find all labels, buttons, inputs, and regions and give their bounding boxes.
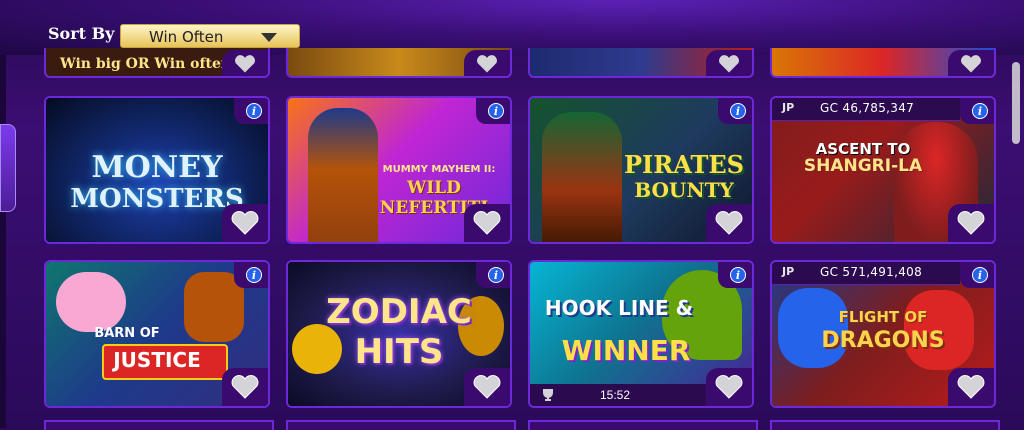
game-tile-partial-1[interactable]: Win big OR Win often: [44, 48, 270, 78]
game-title-line2: HITS: [354, 332, 444, 372]
chevron-down-icon: [261, 33, 277, 42]
pirate-figure: [542, 112, 622, 242]
heart-icon[interactable]: [714, 374, 744, 400]
info-icon[interactable]: i: [972, 267, 988, 283]
info-icon[interactable]: i: [246, 267, 262, 283]
side-menu-tab[interactable]: [0, 124, 16, 212]
left-edge: [0, 55, 6, 428]
trophy-icon: [543, 389, 553, 401]
jackpot-icon: JP: [782, 101, 795, 114]
info-icon[interactable]: i: [730, 267, 746, 283]
sort-dropdown[interactable]: Win Often: [120, 24, 300, 48]
jackpot-value: GC 571,491,408: [820, 265, 923, 279]
game-tile-money-monsters[interactable]: MONEY MONSTERS i: [44, 96, 270, 244]
tile-caption: Win big OR Win often: [60, 56, 232, 72]
game-tile-next-3[interactable]: [528, 420, 758, 430]
heart-icon[interactable]: [472, 374, 502, 400]
timer-text: 15:52: [600, 388, 631, 402]
heart-icon[interactable]: [714, 210, 744, 236]
pig-figure: [56, 272, 126, 332]
game-tile-pirates-bounty[interactable]: PIRATES BOUNTY i: [528, 96, 754, 244]
heart-icon[interactable]: [714, 54, 744, 74]
heart-icon[interactable]: [956, 374, 986, 400]
heart-icon[interactable]: [230, 54, 260, 74]
info-icon[interactable]: i: [730, 103, 746, 119]
game-tile-partial-3[interactable]: [528, 48, 754, 78]
jackpot-bar: JP GC 571,491,408: [772, 262, 960, 285]
info-icon[interactable]: i: [488, 103, 504, 119]
heart-icon[interactable]: [230, 374, 260, 400]
game-title-line2: DRAGONS: [821, 328, 945, 353]
game-title-line1: FLIGHT OF: [838, 308, 928, 326]
heart-icon[interactable]: [472, 210, 502, 236]
game-tile-partial-2[interactable]: [286, 48, 512, 78]
game-tile-zodiac-hits[interactable]: ZODIAC HITS i: [286, 260, 512, 408]
game-tile-next-1[interactable]: [44, 420, 274, 430]
heart-icon[interactable]: [956, 54, 986, 74]
jackpot-bar: JP GC 46,785,347: [772, 98, 960, 121]
game-title-line2: WINNER: [561, 334, 691, 367]
jackpot-value: GC 46,785,347: [820, 101, 915, 115]
game-tile-next-4[interactable]: [770, 420, 1000, 430]
game-title-line2: SHANGRI-LA: [803, 156, 923, 176]
game-tile-next-2[interactable]: [286, 420, 516, 430]
info-icon[interactable]: i: [246, 103, 262, 119]
game-title-line1: PIRATES: [623, 150, 744, 179]
jackpot-icon: JP: [782, 265, 795, 278]
heart-icon[interactable]: [230, 210, 260, 236]
game-title-line1: BARN OF: [94, 326, 160, 341]
game-title-line2: BOUNTY: [634, 178, 734, 202]
heart-icon[interactable]: [472, 54, 502, 74]
game-tile-wild-nefertiti[interactable]: MUMMY MAYHEM II: WILD NEFERTITI i: [286, 96, 512, 244]
game-tile-flight-of-dragons[interactable]: JP GC 571,491,408 FLIGHT OF DRAGONS i: [770, 260, 996, 408]
sort-selected-value: Win Often: [149, 28, 224, 46]
info-icon[interactable]: i: [972, 103, 988, 119]
game-title-line1: MUMMY MAYHEM II:: [382, 164, 496, 175]
scrollbar[interactable]: [1012, 62, 1020, 144]
sort-by-label: Sort By :: [48, 24, 126, 43]
info-icon[interactable]: i: [488, 267, 504, 283]
game-tile-barn-of-justice[interactable]: BARN OF JUSTICE i: [44, 260, 270, 408]
nefertiti-figure: [308, 108, 378, 242]
heart-icon[interactable]: [956, 210, 986, 236]
game-title-line1: MONEY: [91, 150, 223, 185]
game-title-line1: ZODIAC: [326, 292, 472, 332]
game-tile-partial-4[interactable]: [770, 48, 996, 78]
game-tile-ascent-to-shangri-la[interactable]: JP GC 46,785,347 ASCENT TO SHANGRI-LA i: [770, 96, 996, 244]
game-tile-hook-line-winner[interactable]: HOOK LINE & WINNER i 15:52: [528, 260, 754, 408]
game-title-line1: HOOK LINE &: [544, 296, 694, 320]
timer-bar: 15:52: [530, 384, 706, 406]
